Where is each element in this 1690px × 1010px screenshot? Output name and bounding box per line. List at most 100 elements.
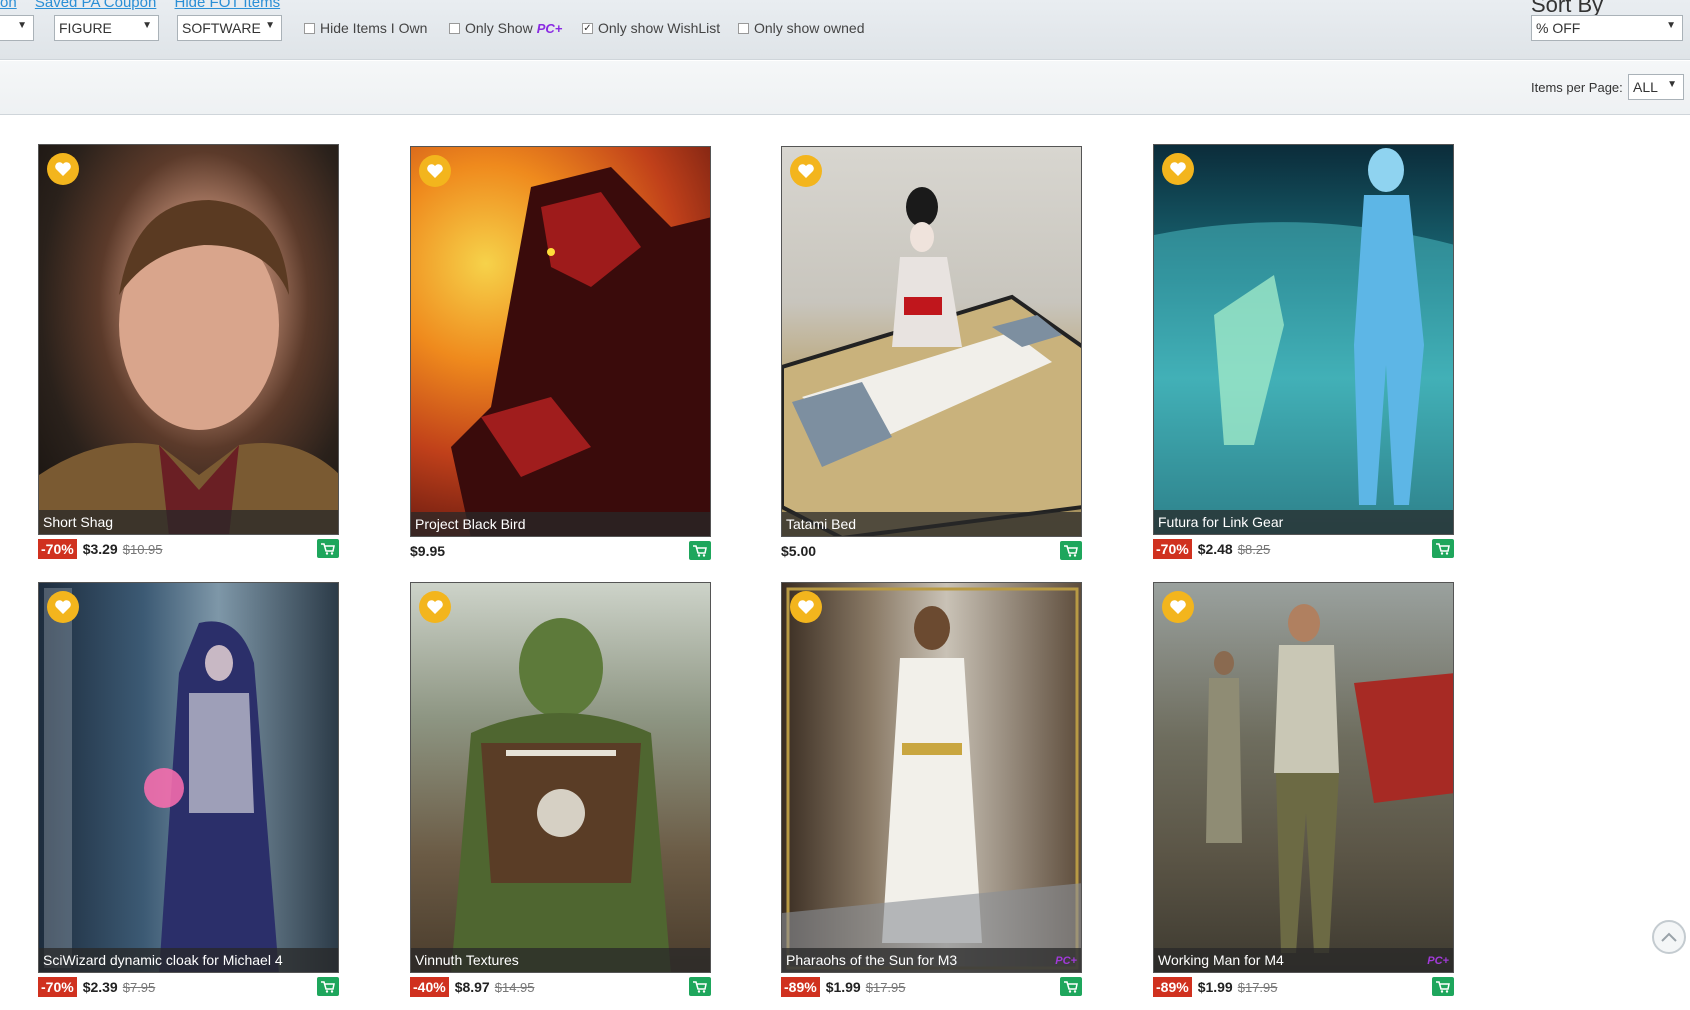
chevron-down-icon: ▼ [265, 20, 275, 31]
cart-icon [1064, 544, 1078, 557]
product-image[interactable]: Short Shag [38, 144, 339, 535]
cart-icon [1064, 980, 1078, 993]
portrait-illustration [39, 200, 338, 534]
chevron-down-icon: ▼ [1667, 79, 1677, 90]
price-line: -89% $1.99 $17.95 [781, 976, 1082, 998]
price-line: -70% $2.39 $7.95 [38, 976, 339, 998]
product-image[interactable]: Vinnuth Textures [410, 582, 711, 973]
hide-items-i-own-label: Hide Items I Own [320, 20, 428, 36]
wishlist-heart-icon[interactable] [419, 155, 451, 187]
chevron-down-icon: ▼ [1666, 20, 1676, 31]
wishlist-heart-icon[interactable] [790, 155, 822, 187]
product-card: Project Black Bird $9.95 [410, 146, 711, 562]
checkbox-unchecked[interactable] [738, 22, 749, 34]
chevron-down-icon: ▼ [17, 20, 27, 31]
sale-price: $1.99 [1197, 979, 1233, 995]
add-to-cart-button[interactable] [1060, 977, 1082, 996]
hide-items-i-own-checkbox[interactable]: Hide Items I Own [304, 20, 427, 36]
product-title[interactable]: SciWizard dynamic cloak for Michael 4 [39, 948, 338, 972]
working-man-illustration [1206, 604, 1453, 953]
add-to-cart-button[interactable] [317, 539, 339, 558]
only-show-wishlist-checkbox[interactable]: ✓ Only show WishList [582, 20, 720, 36]
hide-fot-items-link[interactable]: Hide FOT Items [175, 0, 281, 11]
product-image[interactable]: SciWizard dynamic cloak for Michael 4 [38, 582, 339, 973]
product-image[interactable]: Project Black Bird [410, 146, 711, 537]
product-image[interactable]: Tatami Bed [781, 146, 1082, 537]
product-image[interactable]: Pharaohs of the Sun for M3 PC+ [781, 582, 1082, 973]
discount-badge: -70% [38, 539, 77, 559]
original-price: $17.95 [1237, 979, 1278, 995]
only-show-owned-checkbox[interactable]: Only show owned [738, 20, 865, 36]
only-show-pcplus-checkbox[interactable]: Only Show PC+ [449, 20, 562, 36]
product-card: Pharaohs of the Sun for M3 PC+ -89% $1.9… [781, 582, 1082, 998]
pc-plus-logo: PC+ [536, 20, 563, 36]
only-show-wishlist-label: Only show WishList [598, 20, 721, 36]
original-price: $7.95 [122, 979, 156, 995]
sort-by-value: % OFF [1536, 20, 1581, 36]
sort-by-select[interactable]: % OFF ▼ [1531, 15, 1683, 41]
sale-price: $3.29 [82, 541, 118, 557]
add-to-cart-button[interactable] [317, 977, 339, 996]
price-line: $9.95 [410, 540, 711, 562]
scroll-to-top-button[interactable] [1652, 920, 1686, 954]
top-link-1[interactable]: on [0, 0, 17, 11]
checkbox-unchecked[interactable] [449, 22, 460, 34]
product-card: Vinnuth Textures -40% $8.97 $14.95 [410, 582, 711, 998]
software-select[interactable]: SOFTWARE ▼ [177, 15, 282, 41]
product-title[interactable]: Working Man for M4 [1154, 948, 1453, 972]
first-filter-select[interactable]: ▼ [0, 15, 34, 41]
product-title[interactable]: Futura for Link Gear [1154, 510, 1453, 534]
pharaoh-illustration [782, 587, 1081, 972]
checkbox-unchecked[interactable] [304, 22, 315, 34]
discount-badge: -89% [781, 977, 820, 997]
add-to-cart-button[interactable] [689, 977, 711, 996]
add-to-cart-button[interactable] [1432, 539, 1454, 558]
wishlist-heart-icon[interactable] [47, 153, 79, 185]
category-select[interactable]: FIGURE ▼ [54, 15, 159, 41]
cart-icon [693, 544, 707, 557]
wishlist-heart-icon[interactable] [790, 591, 822, 623]
cart-icon [1436, 542, 1450, 555]
add-to-cart-button[interactable] [1060, 541, 1082, 560]
original-price: $14.95 [494, 979, 535, 995]
only-show-owned-label: Only show owned [754, 20, 865, 36]
sale-price: $2.39 [82, 979, 118, 995]
orc-illustration [451, 618, 671, 972]
product-title[interactable]: Project Black Bird [411, 512, 710, 536]
chevron-down-icon: ▼ [142, 20, 152, 31]
wishlist-heart-icon[interactable] [1162, 153, 1194, 185]
software-select-value: SOFTWARE [182, 20, 261, 36]
product-title[interactable]: Short Shag [39, 510, 338, 534]
wishlist-heart-icon[interactable] [47, 591, 79, 623]
price-line: $5.00 [781, 540, 1082, 562]
original-price: $17.95 [865, 979, 906, 995]
pc-plus-badge: PC+ [1427, 955, 1449, 967]
wishlist-heart-icon[interactable] [419, 591, 451, 623]
product-title[interactable]: Vinnuth Textures [411, 948, 710, 972]
items-per-page-select[interactable]: ALL ▼ [1628, 74, 1684, 100]
robot-illustration [451, 167, 710, 536]
price-line: -70% $3.29 $10.95 [38, 538, 339, 560]
sale-price: $8.97 [454, 979, 490, 995]
product-image[interactable]: Working Man for M4 PC+ [1153, 582, 1454, 973]
checkbox-checked[interactable]: ✓ [582, 22, 593, 34]
product-card: SciWizard dynamic cloak for Michael 4 -7… [38, 582, 339, 998]
product-card: Working Man for M4 PC+ -89% $1.99 $17.95 [1153, 582, 1454, 998]
product-title[interactable]: Pharaohs of the Sun for M3 [782, 948, 1081, 972]
pc-plus-badge: PC+ [1055, 955, 1077, 967]
add-to-cart-button[interactable] [1432, 977, 1454, 996]
saved-pa-coupon-link[interactable]: Saved PA Coupon [35, 0, 156, 11]
wishlist-heart-icon[interactable] [1162, 591, 1194, 623]
add-to-cart-button[interactable] [689, 541, 711, 560]
original-price: $8.25 [1237, 541, 1271, 557]
product-image[interactable]: Futura for Link Gear [1153, 144, 1454, 535]
only-show-label: Only Show [465, 20, 533, 36]
price-line: -40% $8.97 $14.95 [410, 976, 711, 998]
product-title[interactable]: Tatami Bed [782, 512, 1081, 536]
items-per-page-label: Items per Page: [1531, 80, 1623, 95]
discount-badge: -70% [1153, 539, 1192, 559]
cart-icon [1436, 980, 1450, 993]
pagination-bar: Items per Page: ALL ▼ [0, 61, 1690, 115]
cart-icon [693, 980, 707, 993]
original-price: $10.95 [122, 541, 163, 557]
